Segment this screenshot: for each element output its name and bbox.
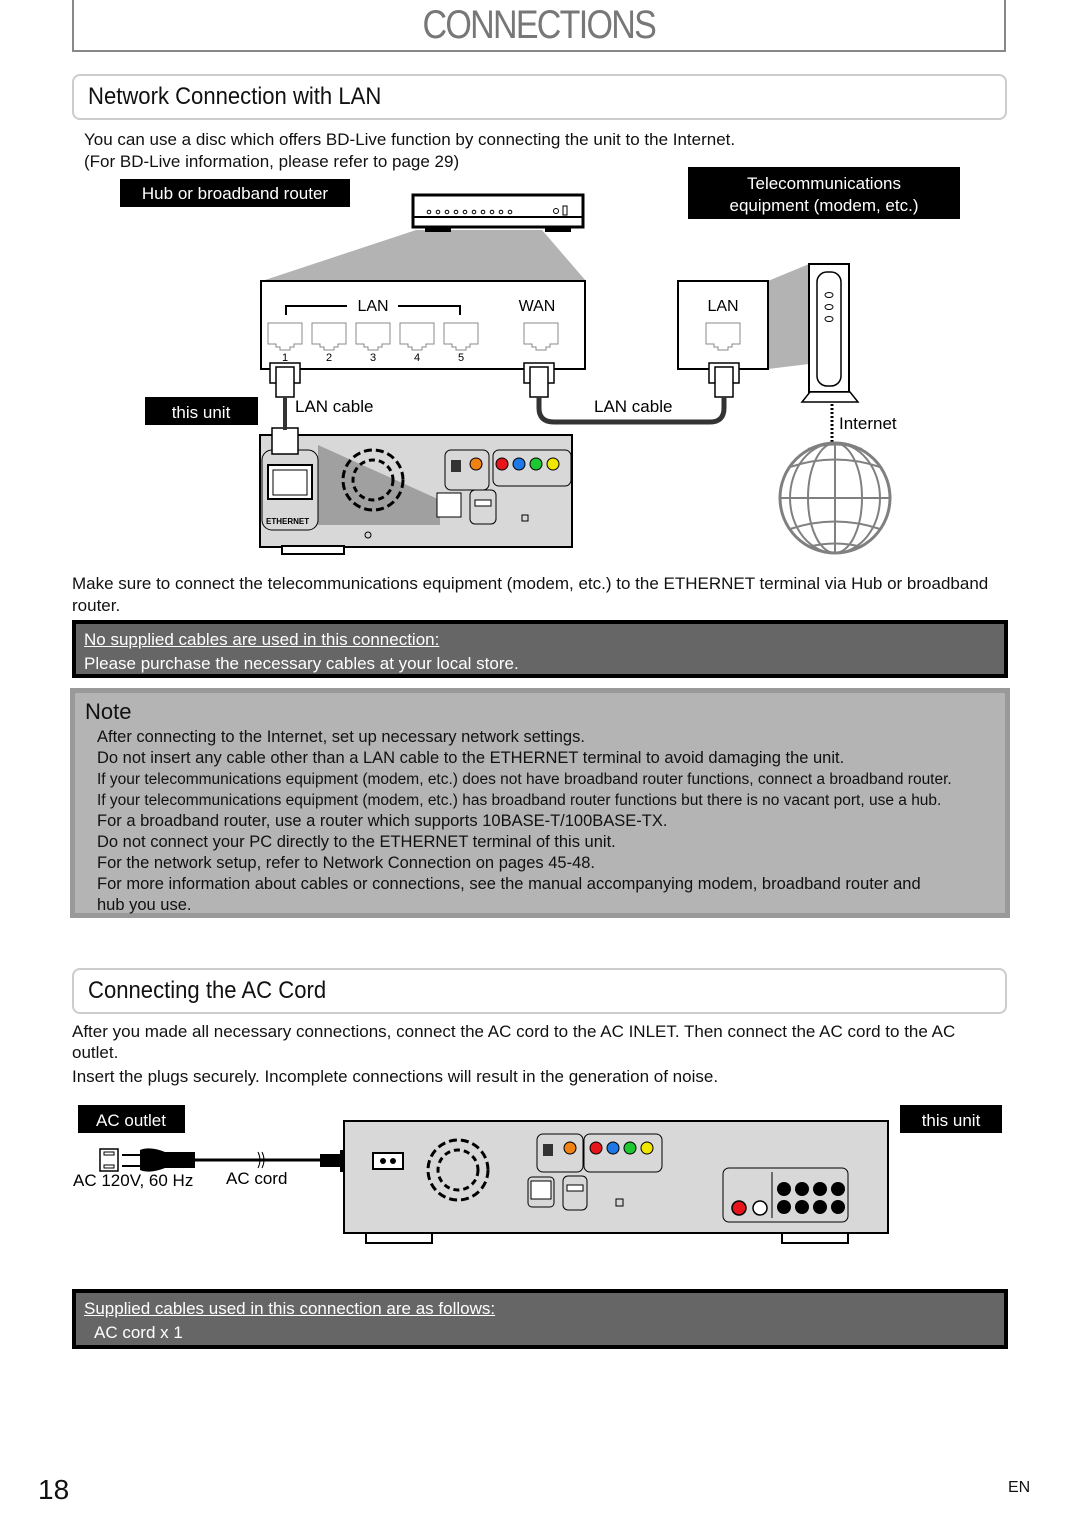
ac-cord-label: AC cord	[226, 1169, 287, 1188]
router-icon	[262, 193, 586, 281]
port-number-5: 5	[458, 352, 464, 364]
router-lan-label: LAN	[357, 298, 388, 315]
this-unit-label: this unit	[172, 403, 231, 422]
modem-icon	[800, 263, 860, 403]
modem-zoom-wedge	[768, 264, 809, 369]
router-wan-label: WAN	[519, 298, 556, 315]
telecom-label-line1: Telecommunications	[747, 174, 901, 193]
unit-rear-panel: ETHERNET	[259, 400, 573, 555]
section-heading-lan: Network Connection with LAN	[72, 74, 1007, 120]
note-box: Note After connecting to the Internet, s…	[70, 688, 1010, 918]
page-title-box: CONNECTIONS	[72, 0, 1006, 52]
port-number-3: 3	[370, 352, 376, 364]
this-unit-label-2: this unit	[922, 1111, 981, 1130]
ac-connection-diagram: AC outlet this unit AC 120V, 60 Hz AC co…	[73, 1105, 1002, 1244]
note-item: For a broadband router, use a router whi…	[97, 812, 668, 830]
ac-outlet-label: AC outlet	[96, 1111, 166, 1130]
section-heading-lan-text: Network Connection with LAN	[88, 83, 382, 110]
note-item: Do not insert any cable other than a LAN…	[97, 749, 845, 767]
unit-rear-panel-full	[343, 1120, 889, 1244]
note-item: After connecting to the Internet, set up…	[97, 728, 585, 746]
port-number-2: 2	[326, 352, 332, 364]
ac-para2: Insert the plugs securely. Incomplete co…	[72, 1067, 719, 1086]
lan-cables-heading: No supplied cables are used in this conn…	[84, 630, 440, 649]
lan-cables-text: Please purchase the necessary cables at …	[84, 654, 519, 673]
language-code: EN	[1008, 1479, 1031, 1496]
lan-connection-diagram: Hub or broadband router Telecommunicatio…	[120, 167, 960, 555]
note-heading: Note	[85, 699, 132, 724]
port-number-1: 1	[282, 352, 288, 364]
lan-body-text: Make sure to connect the telecommunicati…	[72, 574, 989, 615]
note-item: If your telecommunications equipment (mo…	[97, 792, 942, 809]
globe-icon	[778, 441, 892, 555]
modem-lan-label: LAN	[707, 298, 738, 315]
port-number-4: 4	[414, 352, 420, 364]
ac-outlet-icon	[99, 1148, 119, 1172]
section-heading-ac-text: Connecting the AC Cord	[88, 977, 327, 1004]
ac-cables-text: AC cord x 1	[94, 1323, 183, 1342]
note-item: If your telecommunications equipment (mo…	[97, 771, 952, 788]
router-back-panel	[260, 280, 586, 370]
telecom-label-line2: equipment (modem, etc.)	[730, 196, 919, 215]
ethernet-label: ETHERNET	[266, 517, 309, 526]
ac-para1-line1: After you made all necessary connections…	[72, 1022, 956, 1041]
internet-label: Internet	[839, 414, 897, 433]
note-item: Do not connect your PC directly to the E…	[97, 833, 616, 851]
ac-para1-line2: outlet.	[72, 1043, 119, 1062]
lan-cable-label-1: LAN cable	[295, 397, 373, 416]
lan-cables-box: No supplied cables are used in this conn…	[72, 620, 1008, 678]
ac-cables-box: Supplied cables used in this connection …	[72, 1289, 1008, 1349]
page-number: 18	[38, 1474, 70, 1505]
ac-plug-icon	[122, 1148, 195, 1172]
lan-cable-label-2: LAN cable	[594, 397, 672, 416]
modem-back-panel	[677, 280, 769, 370]
note-item: For the network setup, refer to Network …	[97, 854, 596, 872]
section-heading-ac: Connecting the AC Cord	[72, 968, 1007, 1014]
voltage-label: AC 120V, 60 Hz	[73, 1171, 193, 1190]
ac-cables-heading: Supplied cables used in this connection …	[84, 1299, 496, 1318]
note-item: hub you use.	[97, 896, 192, 914]
hub-label: Hub or broadband router	[142, 184, 329, 203]
note-item: For more information about cables or con…	[97, 875, 921, 893]
lan-intro-line1: You can use a disc which offers BD-Live …	[84, 130, 736, 149]
page-title: CONNECTIONS	[422, 2, 657, 47]
